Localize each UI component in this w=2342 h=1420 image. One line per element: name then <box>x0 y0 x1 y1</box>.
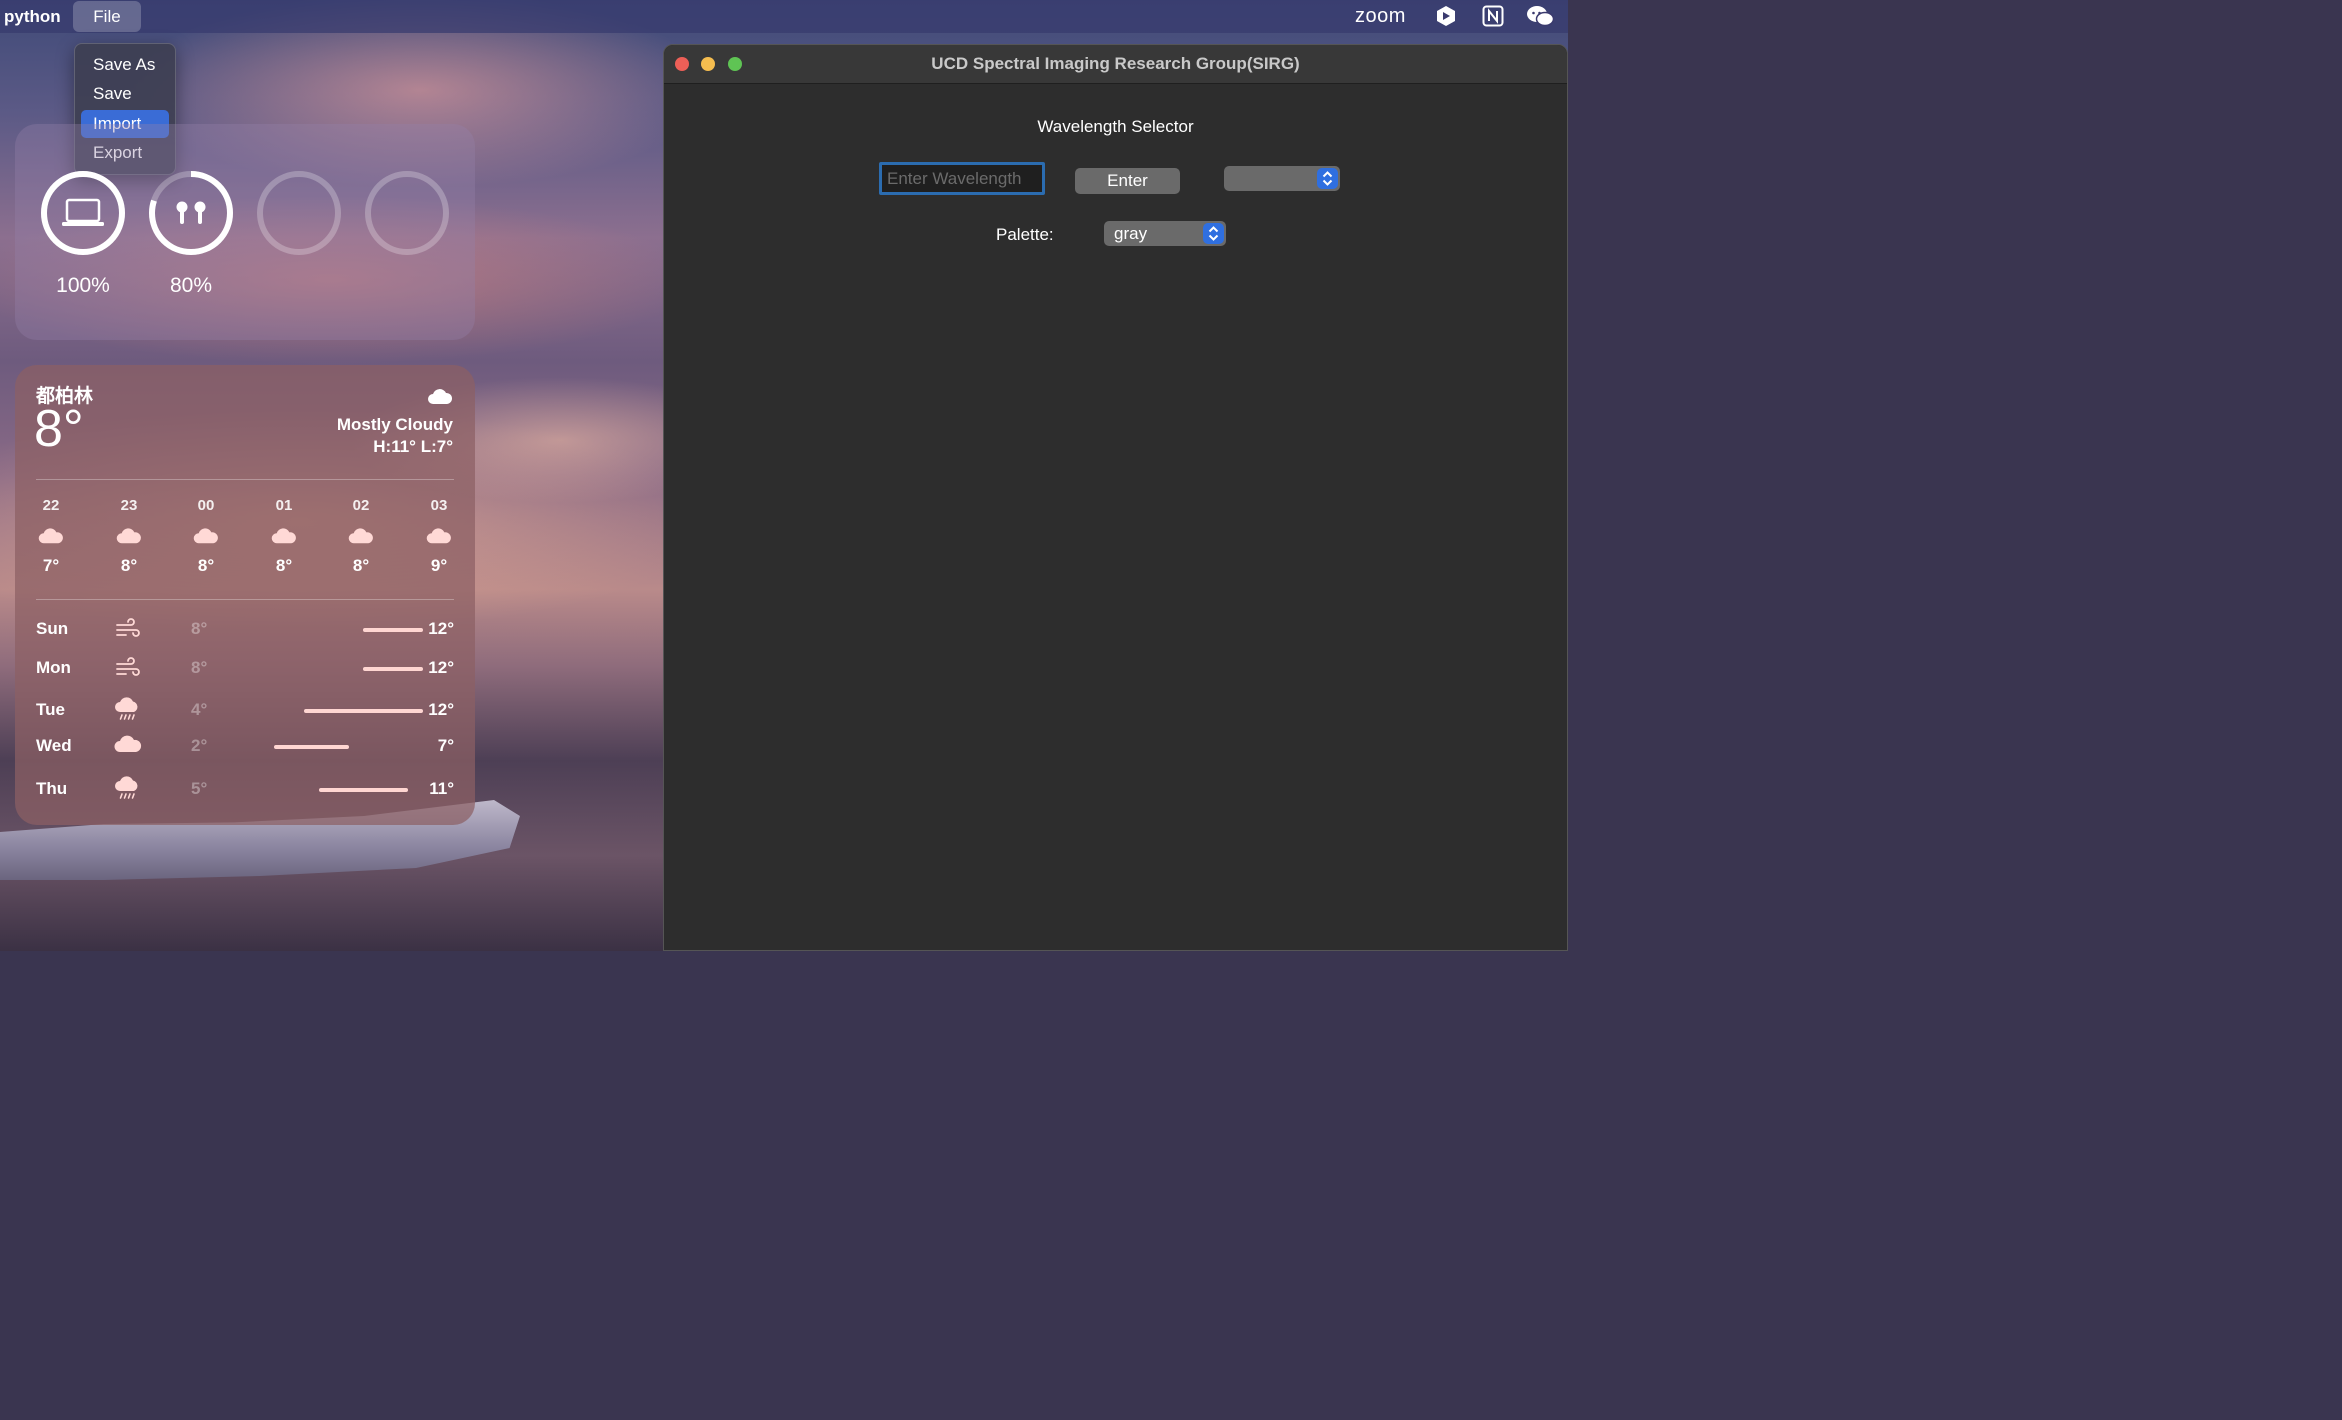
hourly-temp: 8° <box>197 556 215 575</box>
wavelength-selector-label: Wavelength Selector <box>1037 117 1194 136</box>
battery-percent-airpods: 80% <box>169 274 213 297</box>
daily-day: Tue <box>36 700 65 719</box>
hourly-item: 02 8° <box>331 497 391 576</box>
updown-chevron-icon <box>1317 168 1338 189</box>
app-menu-name[interactable]: python <box>4 7 61 27</box>
daily-low: 8° <box>191 658 208 677</box>
weather-high-low: H:11° L:7° <box>373 437 453 456</box>
hourly-time: 22 <box>42 497 60 514</box>
daily-low: 2° <box>191 736 208 755</box>
weather-widget[interactable]: 都柏林 8° Mostly Cloudy H:11° L:7° 22 7° 23 8°… <box>15 365 475 825</box>
cloud-icon <box>348 528 373 544</box>
weather-divider <box>36 479 454 480</box>
notion-icon[interactable] <box>1482 5 1504 27</box>
palette-select[interactable]: gray <box>1104 221 1226 246</box>
daily-high: 12° <box>428 700 454 719</box>
wind-icon <box>116 657 140 676</box>
daily-low: 8° <box>191 619 208 638</box>
palette-select-value: gray <box>1114 224 1148 243</box>
temperature-range-bar <box>318 788 409 792</box>
laptop-icon <box>62 198 104 226</box>
daily-row: Tue 4° 12° <box>36 696 454 726</box>
battery-percent-laptop: 100% <box>56 274 110 297</box>
hourly-temp: 8° <box>120 556 138 575</box>
temperature-range-bar <box>363 628 423 632</box>
hourly-time: 23 <box>120 497 138 514</box>
menu-bar: python File zoom <box>0 0 1568 33</box>
menu-item-save[interactable]: Save <box>81 80 169 108</box>
temperature-range-bar <box>274 745 349 749</box>
cloud-icon <box>428 389 453 404</box>
hourly-temp: 9° <box>430 556 448 575</box>
wechat-icon[interactable] <box>1526 5 1554 27</box>
weather-current-temp: 8° <box>34 400 84 458</box>
hourly-item: 01 8° <box>254 497 314 576</box>
temperature-range-bar <box>303 709 423 713</box>
wavelength-input[interactable]: Enter Wavelength <box>879 162 1045 195</box>
rain-icon <box>115 776 138 799</box>
cloud-icon <box>38 528 63 544</box>
menu-item-save-as[interactable]: Save As <box>81 51 169 79</box>
dropbox-like-icon[interactable] <box>1435 5 1457 27</box>
cloud-icon <box>426 528 451 544</box>
airpods-icon <box>176 201 206 224</box>
temperature-range-bar <box>363 667 423 671</box>
hourly-item: 23 8° <box>99 497 159 576</box>
hourly-time: 02 <box>352 497 370 514</box>
hourly-item: 22 7° <box>21 497 81 576</box>
hourly-temp: 8° <box>352 556 370 575</box>
battery-ring-airpods <box>149 171 233 255</box>
hourly-temp: 7° <box>42 556 60 575</box>
daily-row: Mon 8° 12° <box>36 654 454 684</box>
hourly-item: 00 8° <box>176 497 236 576</box>
sirg-app-window: UCD Spectral Imaging Research Group(SIRG… <box>663 44 1568 951</box>
daily-high: 11° <box>429 779 454 798</box>
hourly-item: 03 9° <box>409 497 469 576</box>
hourly-time: 00 <box>197 497 215 514</box>
enter-button[interactable]: Enter <box>1075 168 1180 194</box>
zoom-status-icon[interactable]: zoom <box>1355 5 1406 28</box>
window-title: UCD Spectral Imaging Research Group(SIRG… <box>931 54 1300 73</box>
window-titlebar[interactable]: UCD Spectral Imaging Research Group(SIRG… <box>664 45 1567 84</box>
daily-row: Thu 5° 11° <box>36 775 454 805</box>
daily-high: 7° <box>437 736 454 755</box>
battery-ring-empty-2 <box>365 171 449 255</box>
daily-day: Mon <box>36 658 71 677</box>
hourly-time: 03 <box>430 497 448 514</box>
hourly-temp: 8° <box>275 556 293 575</box>
daily-row: Wed 2° 7° <box>36 732 454 762</box>
cloud-icon <box>116 528 141 544</box>
palette-label: Palette: <box>996 225 1054 244</box>
daily-day: Thu <box>36 779 68 798</box>
weather-condition: Mostly Cloudy <box>336 415 453 434</box>
weather-divider <box>36 599 454 600</box>
cloud-icon <box>271 528 296 544</box>
cloud-icon <box>193 528 218 544</box>
cloud-icon <box>114 735 142 752</box>
daily-high: 12° <box>428 658 454 677</box>
daily-day: Wed <box>36 736 72 755</box>
battery-ring-empty-1 <box>257 171 341 255</box>
hourly-time: 01 <box>275 497 293 514</box>
daily-high: 12° <box>428 619 454 638</box>
daily-row: Sun 8° 12° <box>36 615 454 645</box>
updown-chevron-icon <box>1203 223 1224 244</box>
wind-icon <box>116 618 140 637</box>
daily-low: 5° <box>191 779 208 798</box>
battery-widget[interactable]: 100% 80% <box>15 124 475 340</box>
battery-ring-laptop <box>41 171 125 255</box>
daily-day: Sun <box>36 619 69 638</box>
wavelength-dropdown[interactable] <box>1224 166 1340 191</box>
daily-low: 4° <box>191 700 208 719</box>
rain-icon <box>115 697 138 720</box>
file-menu[interactable]: File <box>73 1 141 32</box>
